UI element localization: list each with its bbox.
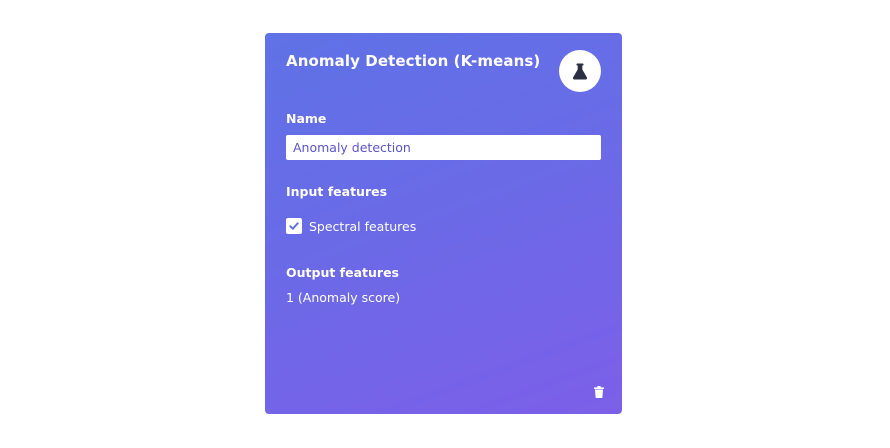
output-features-value: 1 (Anomaly score) bbox=[286, 290, 401, 305]
block-title: Anomaly Detection (K-means) bbox=[286, 52, 541, 70]
name-input[interactable] bbox=[286, 135, 601, 160]
trash-icon bbox=[594, 386, 604, 398]
checkmark-icon bbox=[289, 222, 299, 230]
delete-block-button[interactable] bbox=[592, 384, 606, 400]
name-label: Name bbox=[286, 111, 327, 126]
input-features-label: Input features bbox=[286, 184, 388, 199]
spectral-features-label: Spectral features bbox=[309, 218, 417, 234]
input-feature-spectral-features[interactable]: Spectral features bbox=[286, 218, 416, 234]
flask-icon bbox=[572, 63, 588, 80]
block-icon-badge bbox=[559, 50, 601, 92]
output-features-label: Output features bbox=[286, 265, 399, 280]
spectral-features-checkbox[interactable] bbox=[286, 218, 302, 234]
anomaly-detection-block: Anomaly Detection (K-means) Name Input f… bbox=[265, 33, 622, 414]
